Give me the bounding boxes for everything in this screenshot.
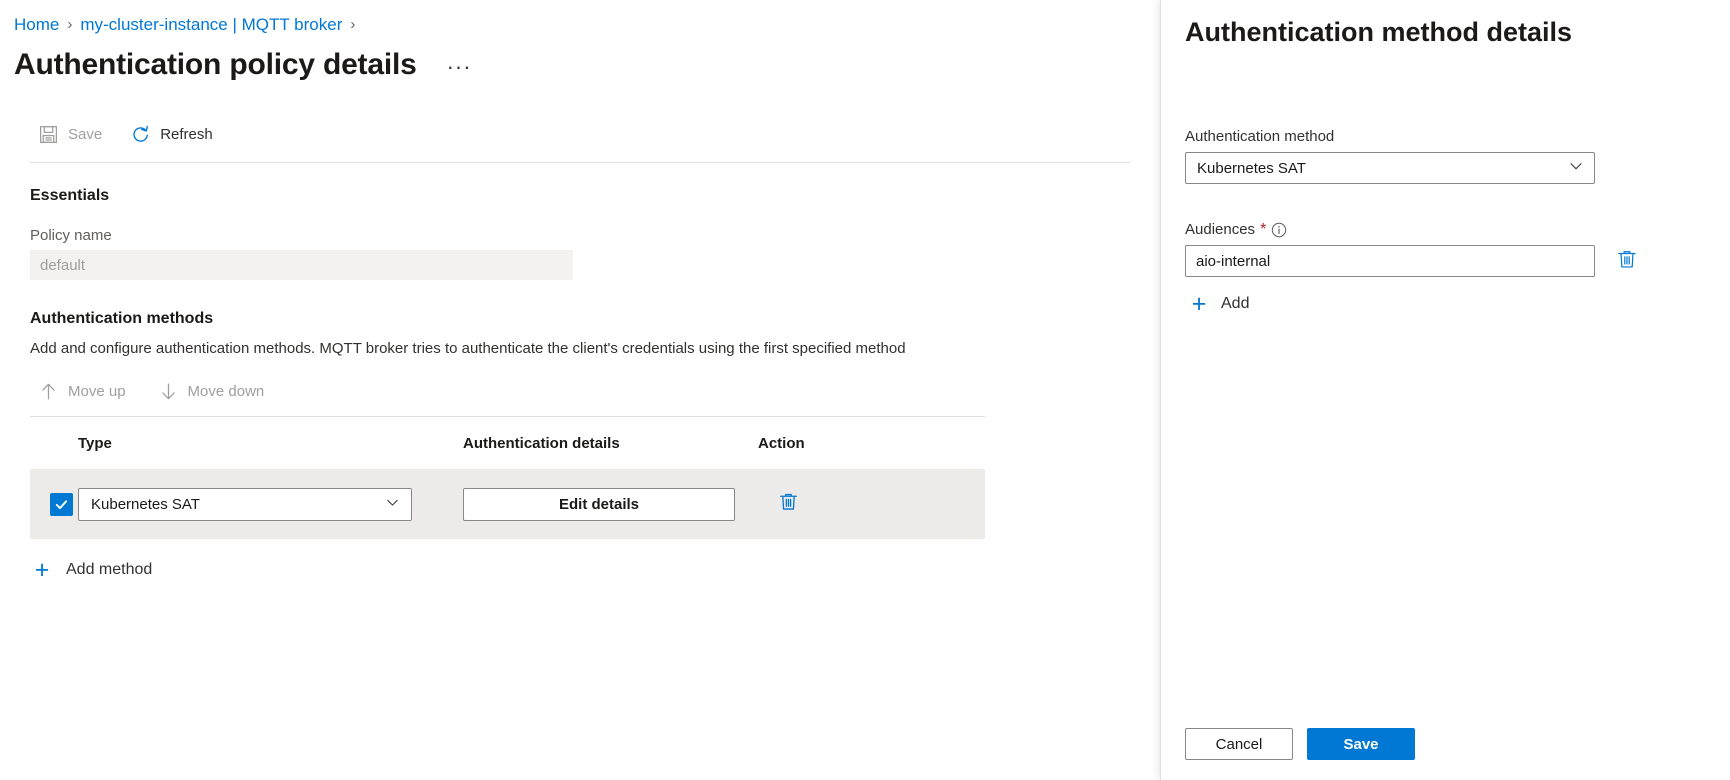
chevron-down-icon <box>384 494 401 515</box>
checkmark-icon <box>55 499 68 509</box>
trash-icon <box>1616 248 1638 275</box>
context-pane-footer: Cancel Save <box>1161 708 1730 780</box>
method-type-select[interactable]: Kubernetes SAT <box>78 487 412 521</box>
methods-command-bar: Move up Move down <box>30 374 1160 408</box>
context-pane-title: Authentication method details <box>1185 17 1573 47</box>
row-checkbox[interactable] <box>50 492 73 516</box>
breadcrumb-item-home[interactable]: Home <box>14 14 59 36</box>
command-bar-divider <box>30 162 1130 163</box>
save-button[interactable]: Save <box>30 119 112 150</box>
chevron-right-icon: › <box>67 16 73 33</box>
move-up-button[interactable]: Move up <box>30 376 136 407</box>
move-down-label: Move down <box>187 382 265 400</box>
authentication-methods-description: Add and configure authentication methods… <box>30 340 906 357</box>
add-audience-button[interactable]: + Add <box>1187 290 1250 318</box>
column-header-action: Action <box>758 434 805 452</box>
chevron-down-icon <box>1567 157 1585 179</box>
refresh-icon <box>130 124 151 145</box>
page-title-row: Authentication policy details ··· <box>0 36 1160 86</box>
audiences-input[interactable] <box>1185 245 1595 277</box>
breadcrumb: Home › my-cluster-instance | MQTT broker… <box>0 0 1160 36</box>
authentication-methods-table: Type Authentication details Action Kuber… <box>30 417 985 539</box>
audiences-label-text: Audiences <box>1185 221 1256 238</box>
row-type-cell: Kubernetes SAT <box>78 487 463 521</box>
authentication-method-select[interactable]: Kubernetes SAT <box>1185 152 1595 184</box>
chevron-right-icon: › <box>350 16 356 33</box>
policy-name-input <box>30 250 573 280</box>
add-method-label: Add method <box>66 561 153 578</box>
row-details-cell: Edit details <box>463 487 758 521</box>
edit-details-button[interactable]: Edit details <box>463 487 735 521</box>
row-action-cell <box>758 488 932 520</box>
trash-icon <box>778 491 799 517</box>
add-method-button[interactable]: + Add method <box>30 557 158 583</box>
page-title: Authentication policy details <box>14 48 417 81</box>
info-icon[interactable] <box>1271 222 1287 238</box>
method-type-value: Kubernetes SAT <box>91 495 200 513</box>
more-options-icon[interactable]: ··· <box>447 56 472 82</box>
audiences-row <box>1185 245 1706 277</box>
table-header-row: Type Authentication details Action <box>30 417 985 469</box>
authentication-method-value: Kubernetes SAT <box>1197 159 1306 177</box>
save-icon <box>38 124 59 145</box>
refresh-button[interactable]: Refresh <box>122 119 223 150</box>
essentials-heading: Essentials <box>30 187 110 204</box>
authentication-method-label-text: Authentication method <box>1185 128 1335 145</box>
save-button-label: Save <box>68 125 103 143</box>
row-select-cell <box>30 492 78 516</box>
context-pane: Authentication method details Authentica… <box>1160 0 1730 780</box>
plus-icon: + <box>1191 290 1207 318</box>
delete-audience-button[interactable] <box>1611 245 1643 277</box>
save-button[interactable]: Save <box>1307 728 1415 760</box>
authentication-methods-heading: Authentication methods <box>30 310 214 327</box>
arrow-down-icon <box>158 381 179 402</box>
main-blade: Home › my-cluster-instance | MQTT broker… <box>0 0 1160 780</box>
column-header-type: Type <box>78 434 112 452</box>
policy-name-label: Policy name <box>30 227 112 244</box>
arrow-up-icon <box>38 381 59 402</box>
field-spacer <box>1185 184 1706 221</box>
audiences-label: Audiences * <box>1185 221 1706 238</box>
authentication-method-label: Authentication method <box>1185 128 1706 145</box>
delete-method-button[interactable] <box>772 488 804 520</box>
context-pane-body: Authentication method Kubernetes SAT Aud… <box>1161 128 1730 318</box>
move-down-button[interactable]: Move down <box>150 376 275 407</box>
breadcrumb-item-mqtt-broker[interactable]: my-cluster-instance | MQTT broker <box>80 14 342 36</box>
cancel-button[interactable]: Cancel <box>1185 728 1293 760</box>
table-row: Kubernetes SAT Edit details <box>30 469 985 539</box>
move-up-label: Move up <box>68 382 126 400</box>
command-bar: Save Refresh <box>30 114 1160 154</box>
refresh-button-label: Refresh <box>160 125 213 143</box>
column-header-authentication-details: Authentication details <box>463 434 620 452</box>
plus-icon: + <box>34 556 50 584</box>
required-indicator: * <box>1260 220 1267 238</box>
add-audience-label: Add <box>1221 295 1250 312</box>
